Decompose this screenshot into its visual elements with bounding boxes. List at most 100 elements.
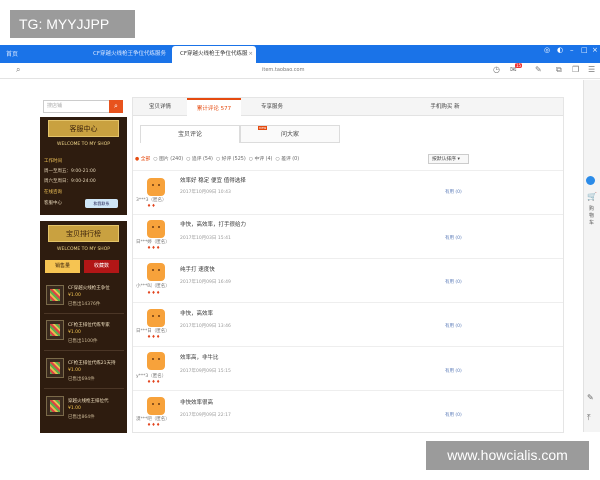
- user-level-icon: ♦♦♦: [147, 335, 161, 340]
- avatar: [147, 220, 165, 238]
- filter-good[interactable]: ○ 好评 (525): [216, 157, 246, 162]
- filter-all[interactable]: ● 全部: [135, 157, 150, 162]
- helpful-button[interactable]: 有用 (0): [445, 279, 462, 285]
- hours-weekday: 周一至周五：9:00-21:00: [44, 169, 96, 174]
- home-tab-label[interactable]: 首页: [6, 49, 18, 58]
- review-user: 小***叫（匿名）: [136, 284, 170, 289]
- divider: [44, 388, 124, 389]
- tab-reviews[interactable]: 累计评论 577: [187, 98, 241, 116]
- browser-tab-active[interactable]: CF穿越火线枪王争位代练服 ×: [172, 46, 256, 63]
- search-button[interactable]: ⌕: [109, 100, 123, 113]
- product-thumbnail[interactable]: [46, 285, 64, 305]
- review-user: 漠***吧（匿名）: [136, 417, 170, 422]
- review-text: 非快，高效率，打手很给力: [180, 222, 247, 228]
- review-text: 效率好 稳定 便宜 值得选择: [180, 178, 246, 184]
- cart-icon[interactable]: 🛒: [587, 192, 597, 201]
- review-user: 日***婷（匿名）: [136, 240, 170, 245]
- product-name[interactable]: CF枪王排位代练21天持: [68, 360, 126, 366]
- user-level-icon: ♦♦: [147, 204, 157, 209]
- shield-icon[interactable]: ◎: [544, 46, 550, 54]
- browser-tab[interactable]: CF穿越火线枪王争位代练服务: [85, 46, 175, 63]
- contact-button[interactable]: 和我联系: [85, 199, 118, 208]
- review-filters: ● 全部 ○ 图片 (240) ○ 追评 (54) ○ 好评 (525) ○ 中…: [135, 155, 299, 162]
- window-close-icon[interactable]: ×: [592, 46, 598, 54]
- filter-bad[interactable]: ○ 差评 (0): [275, 157, 299, 162]
- ranking-title: 宝贝排行榜: [48, 225, 119, 242]
- tab-services[interactable]: 专享服务: [245, 98, 299, 116]
- avatar: [147, 309, 165, 327]
- review-text: 效率高，非牛比: [180, 355, 219, 361]
- filter-append[interactable]: ○ 追评 (54): [186, 157, 213, 162]
- ranking-tab-favorites[interactable]: 收藏数: [84, 260, 119, 273]
- history-icon[interactable]: ◷: [493, 65, 500, 74]
- online-heading: 在线咨询: [44, 190, 62, 195]
- product-price: ¥1.00: [68, 293, 81, 298]
- subtab-reviews[interactable]: 宝贝评论: [140, 125, 240, 143]
- user-level-icon: ♦♦♦: [147, 291, 161, 296]
- user-level-icon: ♦♦♦: [147, 380, 161, 385]
- hours-weekend: 周六至周日：9:00-24:00: [44, 179, 96, 184]
- notification-badge: 15: [515, 63, 523, 68]
- minimize-icon[interactable]: –: [570, 46, 574, 54]
- avatar: [147, 397, 165, 415]
- product-price: ¥1.00: [68, 330, 81, 335]
- product-name[interactable]: CF枪王排位代练专家: [68, 322, 126, 328]
- skin-icon[interactable]: ◐: [557, 46, 563, 54]
- tab-details[interactable]: 宝贝详情: [133, 98, 187, 116]
- back-to-top-icon[interactable]: ⤒: [587, 413, 591, 423]
- helpful-button[interactable]: 有用 (0): [445, 412, 462, 418]
- product-thumbnail[interactable]: [46, 358, 64, 378]
- review-date: 2017年10月09日 16:49: [180, 280, 231, 285]
- review-user: y***3（匿名）: [136, 374, 167, 379]
- review-user: 日***日（匿名）: [136, 329, 170, 334]
- review-date: 2017年09月09日 15:15: [180, 369, 231, 374]
- helpful-button[interactable]: 有用 (0): [445, 189, 462, 195]
- helpful-button[interactable]: 有用 (0): [445, 235, 462, 241]
- edit-icon[interactable]: ✎: [587, 393, 594, 402]
- sort-select[interactable]: 按默认排序 ▾: [428, 154, 469, 164]
- product-sold: 已售出14376件: [68, 302, 101, 307]
- ranking-tab-sales[interactable]: 销售量: [45, 260, 80, 273]
- watermark-bottom-right: www.howcialis.com: [426, 441, 589, 470]
- divider: [44, 350, 124, 351]
- helpful-button[interactable]: 有用 (0): [445, 323, 462, 329]
- product-sold: 已售出864件: [68, 415, 95, 420]
- review-text: 非快，高效率: [180, 311, 214, 317]
- avatar: [147, 263, 165, 281]
- menu-icon[interactable]: ☰: [588, 65, 595, 74]
- product-thumbnail[interactable]: [46, 396, 64, 416]
- review-user: 3***3（匿名）: [136, 198, 167, 203]
- subtab-questions[interactable]: 问大家: [240, 125, 340, 143]
- review-text: 纯手打 速度快: [180, 267, 215, 273]
- review-date: 2017年10月09日 13:46: [180, 324, 231, 329]
- cart-label[interactable]: 购物车: [589, 206, 597, 227]
- helpful-button[interactable]: 有用 (0): [445, 368, 462, 374]
- chevron-down-icon: ▾: [457, 157, 460, 162]
- info-icon[interactable]: [586, 176, 595, 185]
- search-icon[interactable]: ⌕: [16, 65, 20, 75]
- review-date: 2017年10月09日 10:43: [180, 190, 231, 195]
- product-thumbnail[interactable]: [46, 320, 64, 340]
- filter-mid[interactable]: ○ 中评 (4): [249, 157, 273, 162]
- filter-images[interactable]: ○ 图片 (240): [153, 157, 183, 162]
- avatar: [147, 178, 165, 196]
- product-name[interactable]: CF穿越火线枪王争位: [68, 285, 126, 291]
- product-name[interactable]: 穿越火线枪王排位代: [68, 398, 126, 404]
- avatar: [147, 352, 165, 370]
- copy-icon[interactable]: ❐: [572, 65, 579, 74]
- pen-icon[interactable]: ✎: [535, 65, 542, 74]
- external-icon[interactable]: ⧉: [556, 65, 562, 75]
- product-sold: 已售出1100件: [68, 339, 98, 344]
- maximize-icon[interactable]: □: [581, 46, 588, 54]
- url-text[interactable]: item.taobao.com: [262, 67, 304, 73]
- new-badge: new: [258, 126, 268, 130]
- service-title: 客服中心: [48, 120, 119, 137]
- review-date: 2017年10月03日 15:41: [180, 236, 231, 241]
- watermark-top-left: TG: MYYJJPP: [10, 10, 135, 38]
- online-label: 客服中心: [44, 201, 62, 206]
- shop-search-input[interactable]: 搜店铺: [43, 100, 110, 113]
- close-icon[interactable]: ×: [248, 46, 253, 63]
- review-text: 非快效率很高: [180, 400, 214, 406]
- review-date: 2017年09月09日 22:17: [180, 413, 231, 418]
- mobile-buy-link[interactable]: 手机购买 新: [420, 98, 470, 116]
